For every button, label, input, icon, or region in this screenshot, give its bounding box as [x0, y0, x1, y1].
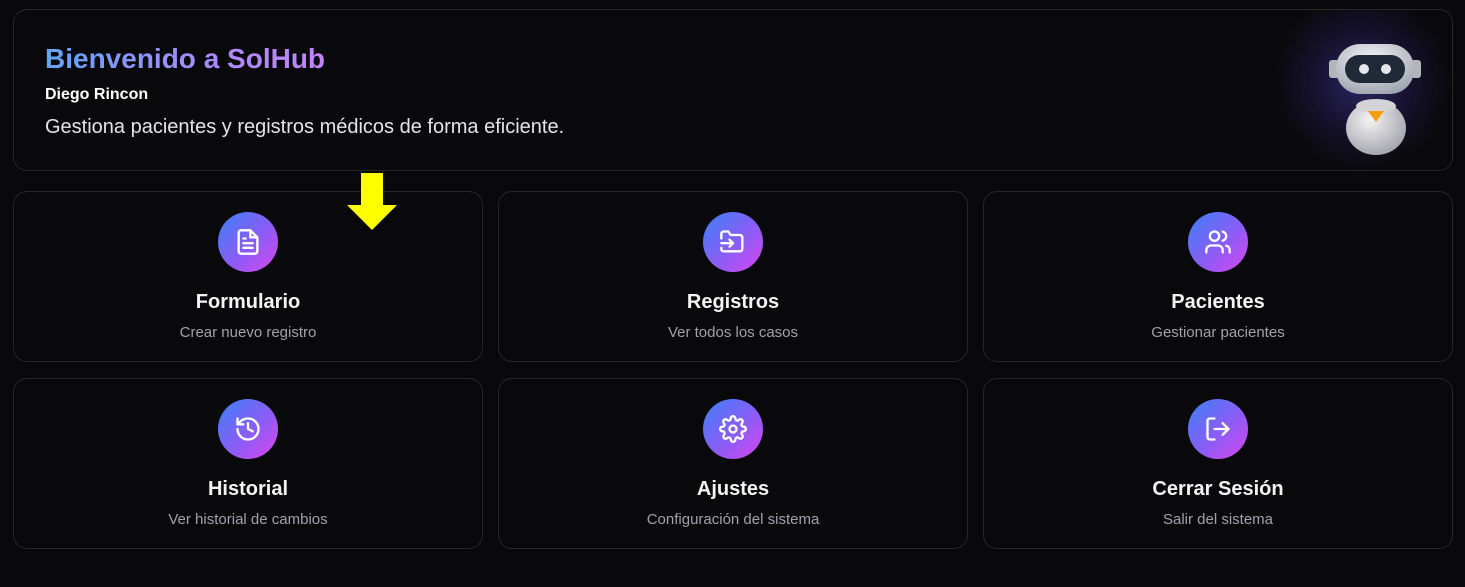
tile-ajustes[interactable]: Ajustes Configuración del sistema	[498, 378, 968, 549]
user-name: Diego Rincon	[45, 86, 149, 103]
history-icon	[236, 417, 260, 441]
settings-gear-icon	[719, 415, 747, 443]
tile-icon-circle	[703, 212, 763, 272]
tile-description: Ver todos los casos	[667, 324, 799, 341]
welcome-title: Bienvenido a SolHub	[45, 43, 326, 74]
tile-description: Configuración del sistema	[646, 511, 820, 528]
dashboard: Bienvenido a SolHub Diego Rincon Gestion…	[0, 0, 1465, 587]
tile-description: Crear nuevo registro	[179, 324, 317, 341]
tile-icon-circle	[1188, 212, 1248, 272]
logout-icon	[1206, 417, 1230, 441]
tile-registros[interactable]: Registros Ver todos los casos	[498, 191, 968, 362]
arrow-down-icon	[347, 173, 397, 230]
welcome-card: Bienvenido a SolHub Diego Rincon Gestion…	[13, 9, 1453, 171]
tile-icon-circle	[218, 399, 278, 459]
tile-title: Ajustes	[696, 478, 770, 500]
file-text-icon	[237, 229, 259, 255]
users-icon	[1205, 230, 1231, 254]
folder-input-icon	[720, 230, 744, 253]
tile-description: Gestionar pacientes	[1151, 324, 1285, 341]
welcome-subtitle: Gestiona pacientes y registros médicos d…	[45, 116, 565, 138]
tile-icon-circle	[1188, 399, 1248, 459]
tile-description: Salir del sistema	[1162, 511, 1274, 528]
tile-icon-circle	[218, 212, 278, 272]
tile-cerrar-sesion[interactable]: Cerrar Sesión Salir del sistema	[983, 378, 1453, 549]
tile-title: Formulario	[195, 291, 301, 313]
tile-title: Cerrar Sesión	[1152, 478, 1284, 500]
tile-formulario[interactable]: Formulario Crear nuevo registro	[13, 191, 483, 362]
tile-icon-circle	[703, 399, 763, 459]
tile-title: Historial	[207, 478, 289, 500]
tile-historial[interactable]: Historial Ver historial de cambios	[13, 378, 483, 549]
tile-description: Ver historial de cambios	[168, 511, 328, 528]
tile-title: Pacientes	[1171, 291, 1265, 313]
tile-title: Registros	[686, 291, 780, 313]
tile-pacientes[interactable]: Pacientes Gestionar pacientes	[983, 191, 1453, 362]
robot-mascot-icon	[1329, 44, 1421, 155]
